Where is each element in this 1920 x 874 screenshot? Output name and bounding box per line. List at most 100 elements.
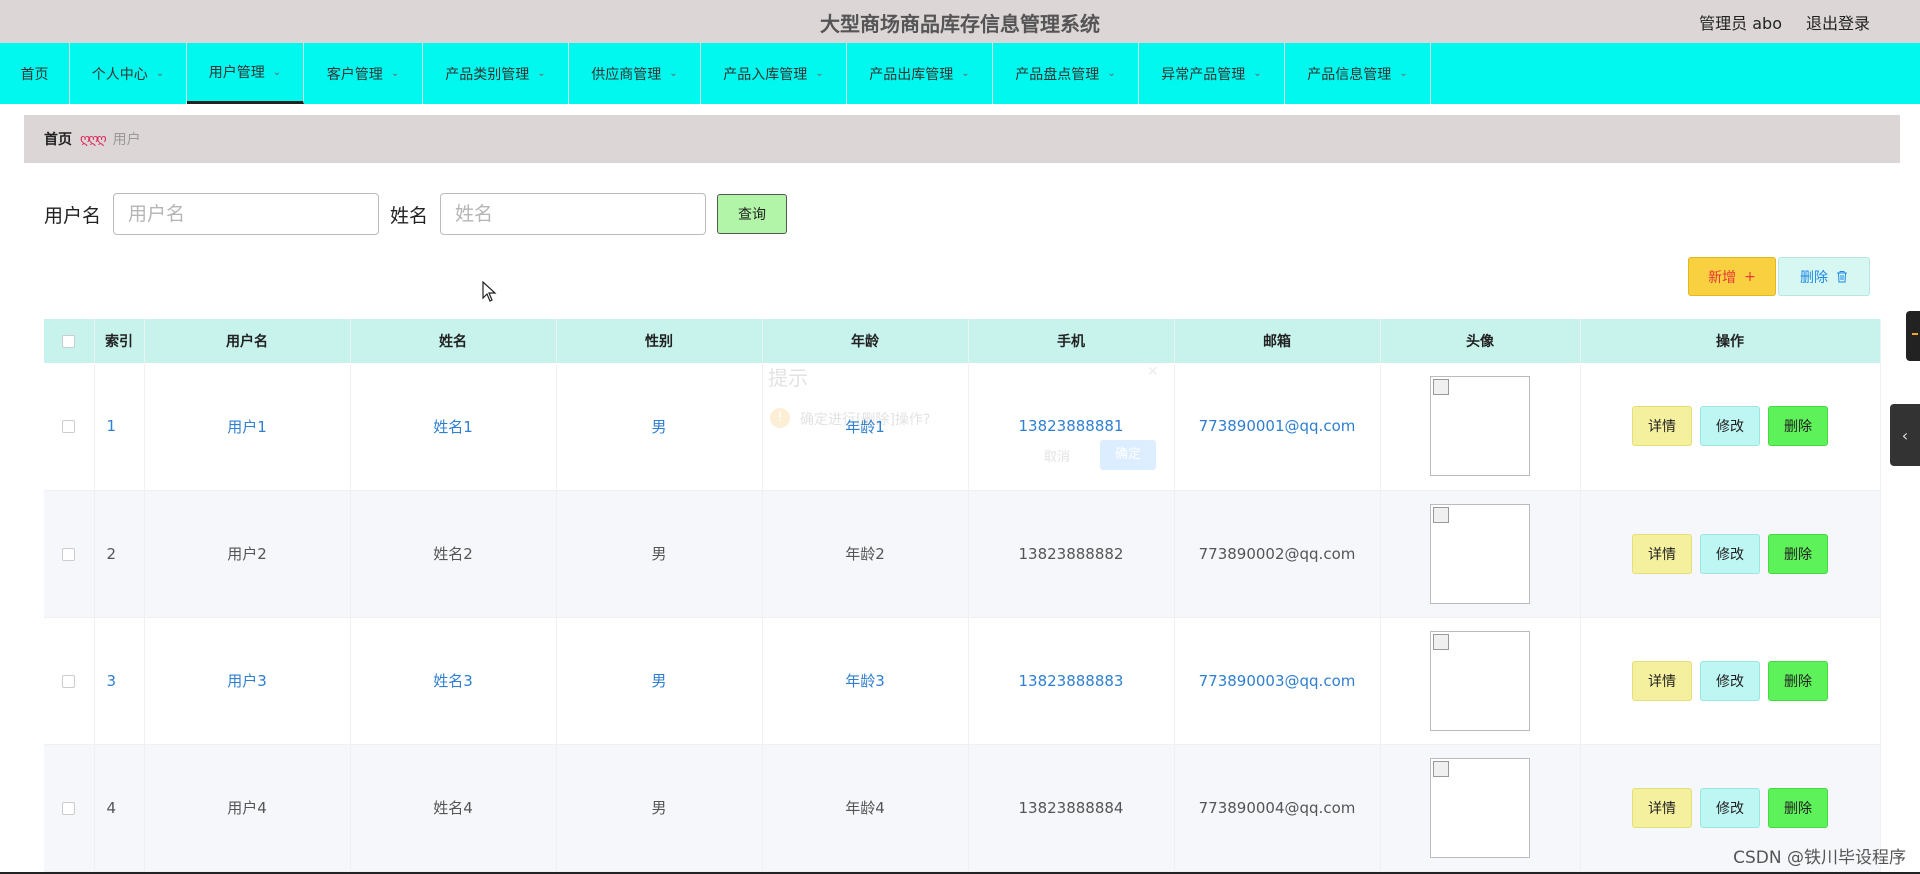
- nav-item-personal-center[interactable]: 个人中心 ⌄: [70, 43, 187, 104]
- chevron-left-icon: ‹: [1901, 425, 1909, 445]
- app-title: 大型商场商品库存信息管理系统: [820, 12, 1100, 36]
- edit-button[interactable]: 修改: [1700, 533, 1760, 574]
- nav-label: 首页: [20, 66, 49, 83]
- chevron-down-icon: ⌄: [1107, 68, 1116, 79]
- query-button[interactable]: 查询: [717, 194, 788, 234]
- username-cell: 用户2: [144, 490, 351, 618]
- gender-cell: 男: [556, 363, 763, 491]
- row-select-cell: [44, 363, 95, 491]
- watermark: CSDN @铁川毕设程序: [1733, 848, 1906, 868]
- name-cell: 姓名2: [350, 490, 557, 618]
- chevron-down-icon: ⌄: [1399, 68, 1408, 79]
- batch-delete-button[interactable]: 删除: [1778, 257, 1870, 296]
- nav-label: 供应商管理: [591, 66, 662, 83]
- nav-item-abnormal-product-management[interactable]: 异常产品管理 ⌄: [1139, 43, 1285, 104]
- avatar-broken-image: [1430, 630, 1530, 731]
- gender-cell: 男: [556, 617, 763, 745]
- nav-label: 产品出库管理: [869, 66, 954, 83]
- detail-button[interactable]: 详情: [1632, 660, 1692, 701]
- name-cell: 姓名4: [350, 744, 557, 872]
- index-cell: 2: [94, 490, 145, 618]
- username-cell: 用户4: [144, 744, 351, 872]
- table-row: 1 用户1 姓名1 男 年龄1 13823888881 773890001@qq…: [44, 363, 1881, 491]
- email-cell: 773890002@qq.com: [1174, 490, 1381, 618]
- avatar-cell: [1380, 744, 1581, 872]
- select-all-cell: [44, 319, 95, 363]
- nav-item-inventory-check-management[interactable]: 产品盘点管理 ⌄: [993, 43, 1139, 104]
- delete-button-label: 删除: [1800, 269, 1828, 286]
- breadcrumb-current: 用户: [112, 132, 141, 148]
- chevron-down-icon: ⌄: [155, 68, 165, 79]
- delete-button[interactable]: 删除: [1768, 660, 1828, 701]
- row-checkbox[interactable]: [62, 674, 76, 688]
- phone-cell: 13823888883: [968, 617, 1175, 745]
- edit-button[interactable]: 修改: [1700, 660, 1760, 701]
- breadcrumb: 首页 ღღღ 用户: [24, 115, 1900, 163]
- nav-item-product-info-management[interactable]: 产品信息管理 ⌄: [1285, 43, 1431, 104]
- row-checkbox[interactable]: [62, 420, 76, 434]
- column-header: 索引: [94, 319, 145, 363]
- nav-label: 产品入库管理: [723, 66, 808, 83]
- breadcrumb-home[interactable]: 首页: [44, 129, 72, 149]
- avatar-cell: [1380, 490, 1581, 618]
- detail-button[interactable]: 详情: [1632, 406, 1692, 447]
- delete-button[interactable]: 删除: [1768, 406, 1828, 447]
- logout-link[interactable]: 退出登录: [1806, 10, 1870, 34]
- user-table: 索引 用户名 姓名 性别 年龄 手机 邮箱 头像 操作 1 用户1 姓名1 男 …: [44, 319, 1881, 872]
- username-input[interactable]: [113, 193, 380, 235]
- nav-item-home[interactable]: 首页: [0, 43, 70, 104]
- index-cell: 1: [94, 363, 145, 491]
- actions-cell: 详情 修改 删除: [1580, 490, 1881, 618]
- admin-label: 管理员 abo: [1699, 14, 1782, 33]
- add-button-label: 新增: [1708, 269, 1737, 286]
- side-panel-toggle[interactable]: ‹: [1890, 404, 1920, 466]
- username-cell: 用户1: [144, 363, 351, 491]
- breadcrumb-separator: ღღღ: [80, 131, 107, 147]
- add-button[interactable]: 新增 +: [1688, 257, 1776, 296]
- table-row: 3 用户3 姓名3 男 年龄3 13823888883 773890003@qq…: [44, 617, 1881, 745]
- email-cell: 773890001@qq.com: [1174, 363, 1381, 491]
- nav-label: 用户管理: [208, 65, 265, 81]
- column-header: 手机: [968, 319, 1175, 363]
- avatar-cell: [1380, 363, 1581, 491]
- row-checkbox[interactable]: [62, 547, 76, 561]
- nav-item-stock-in-management[interactable]: 产品入库管理 ⌄: [701, 43, 847, 104]
- row-select-cell: [44, 490, 95, 618]
- edit-button[interactable]: 修改: [1700, 406, 1760, 447]
- nav-label: 产品类别管理: [445, 66, 530, 83]
- nav-label: 产品盘点管理: [1015, 66, 1100, 83]
- delete-button[interactable]: 删除: [1768, 787, 1828, 828]
- name-input[interactable]: [440, 193, 707, 235]
- main-nav: 首页 个人中心 ⌄ 用户管理 ⌄ 客户管理 ⌄ 产品类别管理 ⌄ 供应商管理 ⌄ 产品入库…: [0, 43, 1920, 104]
- detail-button[interactable]: 详情: [1632, 787, 1692, 828]
- chevron-down-icon: ⌄: [669, 68, 678, 79]
- chevron-down-icon: ⌄: [537, 68, 546, 79]
- nav-item-customer-management[interactable]: 客户管理 ⌄: [304, 43, 423, 104]
- nav-item-category-management[interactable]: 产品类别管理 ⌄: [423, 43, 569, 104]
- index-cell: 4: [94, 744, 145, 872]
- column-header: 性别: [556, 319, 763, 363]
- name-cell: 姓名1: [350, 363, 557, 491]
- email-cell: 773890004@qq.com: [1174, 744, 1381, 872]
- select-all-checkbox[interactable]: [62, 334, 76, 348]
- age-cell: 年龄4: [762, 744, 969, 872]
- nav-item-supplier-management[interactable]: 供应商管理 ⌄: [569, 43, 701, 104]
- detail-button[interactable]: 详情: [1632, 533, 1692, 574]
- column-header: 邮箱: [1174, 319, 1381, 363]
- nav-item-stock-out-management[interactable]: 产品出库管理 ⌄: [847, 43, 993, 104]
- delete-button[interactable]: 删除: [1768, 533, 1828, 574]
- nav-item-user-management[interactable]: 用户管理 ⌄: [187, 43, 304, 104]
- nav-label: 产品信息管理: [1307, 66, 1392, 83]
- side-tool-tab[interactable]: [1906, 311, 1920, 361]
- plus-icon: +: [1744, 268, 1756, 285]
- user-area: 管理员 abo 退出登录: [1699, 10, 1870, 34]
- table-row: 2 用户2 姓名2 男 年龄2 13823888882 773890002@qq…: [44, 490, 1881, 618]
- gender-cell: 男: [556, 490, 763, 618]
- search-form: 用户名 姓名 查询: [44, 193, 788, 235]
- age-cell: 年龄1: [762, 363, 969, 491]
- row-checkbox[interactable]: [62, 801, 76, 815]
- edit-button[interactable]: 修改: [1700, 787, 1760, 828]
- column-header: 用户名: [144, 319, 351, 363]
- avatar-cell: [1380, 617, 1581, 745]
- email-cell: 773890003@qq.com: [1174, 617, 1381, 745]
